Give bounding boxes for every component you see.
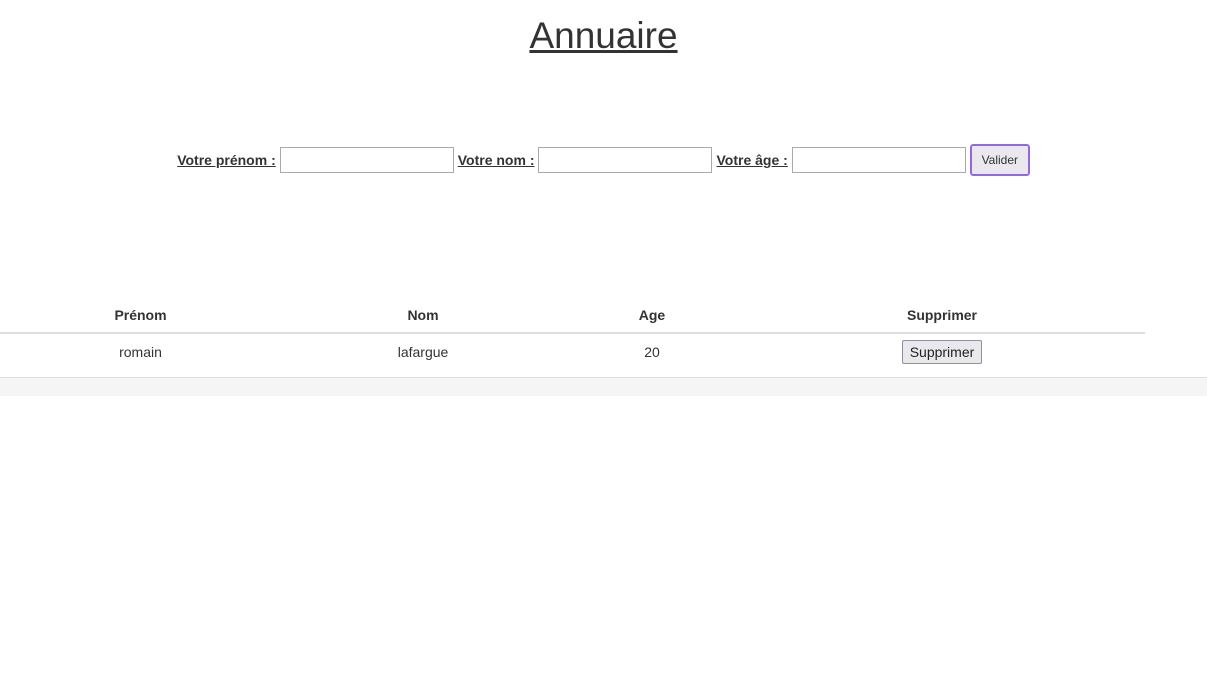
directory-table-container: Prénom Nom Age Supprimer romain lafargue… bbox=[0, 298, 1207, 376]
cell-delete: Supprimer bbox=[739, 333, 1145, 376]
submit-button[interactable]: Valider bbox=[968, 143, 1031, 177]
directory-table: Prénom Nom Age Supprimer romain lafargue… bbox=[0, 298, 1145, 376]
cell-age: 20 bbox=[644, 344, 660, 360]
cell-last-name: lafargue bbox=[397, 344, 449, 360]
table-header-row: Prénom Nom Age Supprimer bbox=[0, 298, 1145, 334]
page: Annuaire Votre prénom : Votre nom : Votr… bbox=[0, 0, 1207, 679]
age-input[interactable] bbox=[791, 147, 966, 173]
add-person-form: Votre prénom : Votre nom : Votre âge : V… bbox=[0, 143, 1207, 177]
last-name-label: Votre nom : bbox=[457, 152, 535, 168]
column-header-last-name: Nom bbox=[281, 298, 565, 334]
cell-first-name: romain bbox=[119, 344, 162, 360]
age-label: Votre âge : bbox=[716, 152, 788, 168]
column-header-first-name: Prénom bbox=[0, 298, 281, 334]
page-title: Annuaire bbox=[529, 15, 678, 56]
delete-button[interactable]: Supprimer bbox=[901, 340, 983, 364]
column-header-delete: Supprimer bbox=[739, 298, 1145, 334]
first-name-label: Votre prénom : bbox=[177, 152, 276, 168]
table-row: romain lafargue 20 Supprimer bbox=[0, 333, 1145, 376]
column-header-age: Age bbox=[565, 298, 739, 334]
first-name-input[interactable] bbox=[279, 147, 454, 173]
last-name-input[interactable] bbox=[538, 147, 713, 173]
table-footer-strip bbox=[0, 377, 1207, 396]
